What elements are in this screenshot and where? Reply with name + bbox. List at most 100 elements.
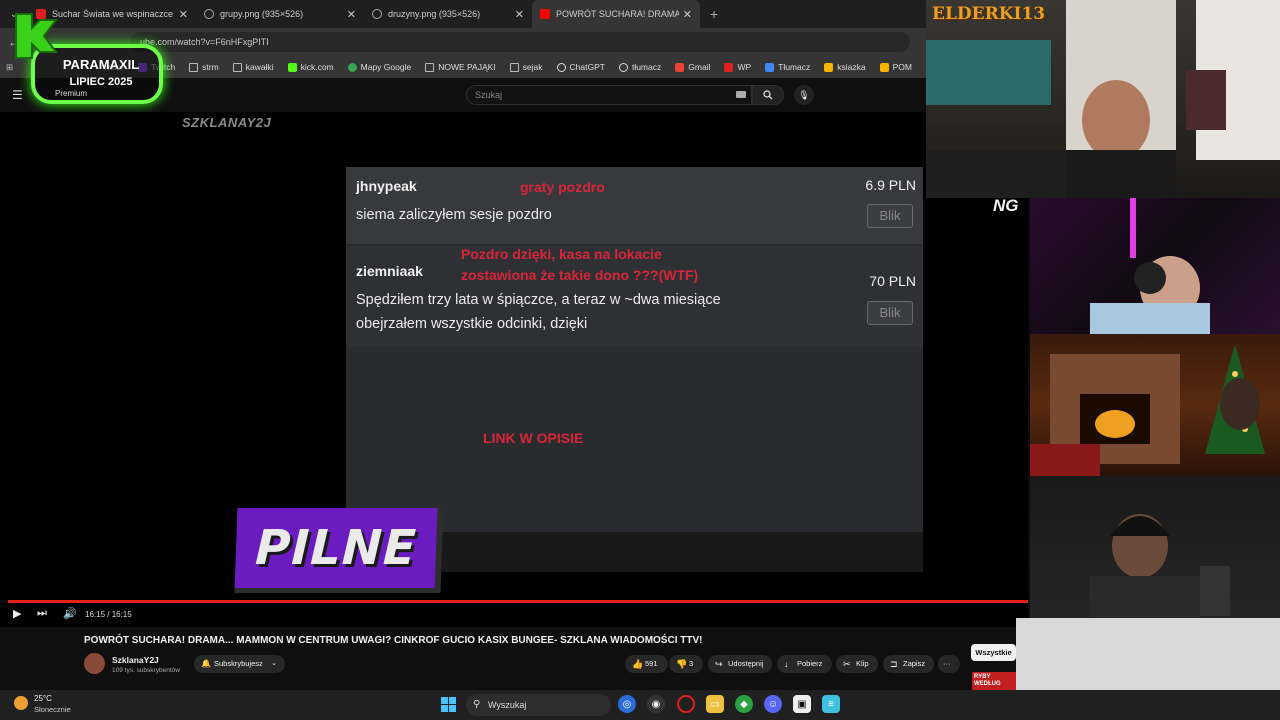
browser-tab-4-active[interactable]: POWRÓT SUCHARA! DRAMA... ✕ bbox=[532, 0, 700, 28]
subscribe-button[interactable]: 🔔 Subskrybujesz ⌄ bbox=[194, 655, 285, 673]
bookmark-nowe-pajaki[interactable]: NOWE PAJĄKI bbox=[425, 62, 496, 72]
book-icon bbox=[824, 62, 834, 72]
player-controls: ▶ ⏭ 🔊 16:15 / 16:15 bbox=[0, 603, 1028, 627]
blik-button[interactable]: Blik bbox=[867, 301, 913, 325]
temperature: 25°C bbox=[34, 694, 52, 703]
opera-icon[interactable] bbox=[677, 695, 695, 713]
capcut-icon[interactable]: ▣ bbox=[793, 695, 811, 713]
kick-logo-icon bbox=[15, 13, 58, 59]
ryby-thumbnail[interactable]: RYBY WEDŁUG bbox=[972, 672, 1016, 690]
donor-name: jhnypeak bbox=[356, 178, 417, 194]
time-display: 16:15 / 16:15 bbox=[85, 610, 132, 619]
badge-subtitle: LIPIEC 2025 bbox=[69, 76, 133, 88]
download-label: Pobierz bbox=[797, 659, 823, 668]
pilne-banner: PILNE bbox=[234, 508, 444, 593]
channel-watermark: SZKLANAY2J bbox=[182, 115, 272, 130]
dislike-button[interactable]: 👎 3 bbox=[669, 655, 703, 673]
bookmark-icon: ⊐ bbox=[890, 659, 898, 669]
bookmark-label: WP bbox=[737, 62, 752, 72]
weather-description: Słonecznie bbox=[34, 705, 71, 714]
video-player[interactable]: SZKLANAY2J jhnypeak graty pozdro 6.9 PLN… bbox=[0, 112, 1028, 600]
clip-label: Klip bbox=[856, 659, 869, 668]
share-button[interactable]: ↪ Udostępnij bbox=[708, 655, 772, 673]
more-actions-button[interactable]: ··· bbox=[938, 655, 960, 673]
youtube-favicon-icon bbox=[540, 9, 550, 19]
taskbar-search[interactable]: ⚲ Wyszukaj bbox=[466, 694, 611, 716]
share-icon: ↪ bbox=[715, 659, 723, 669]
next-icon[interactable]: ⏭ bbox=[37, 607, 47, 620]
blik-button[interactable]: Blik bbox=[867, 204, 913, 228]
search-button[interactable] bbox=[752, 85, 784, 105]
volume-icon[interactable]: 🔊 bbox=[63, 607, 77, 620]
donation-message-line1: Spędziłem trzy lata w śpiączce, a teraz … bbox=[356, 292, 721, 308]
bookmark-gmail[interactable]: Gmail bbox=[675, 62, 710, 72]
bookmark-strm[interactable]: strm bbox=[189, 62, 219, 72]
microphone-icon[interactable]: 🎙 bbox=[794, 85, 814, 105]
bookmark-kawalki[interactable]: kawałki bbox=[232, 62, 274, 72]
chrome-icon[interactable]: ◎ bbox=[618, 695, 636, 713]
tab-close-icon[interactable]: ✕ bbox=[347, 8, 356, 21]
christmas-fireplace-image bbox=[1030, 344, 1265, 476]
webcam-guest-1 bbox=[1030, 198, 1280, 334]
channel-name[interactable]: SzklanaY2J bbox=[112, 655, 159, 665]
obs-icon[interactable]: ◉ bbox=[647, 695, 665, 713]
browser-tab-2[interactable]: grupy.png (935×526) ✕ bbox=[196, 0, 364, 28]
chatgpt-icon bbox=[556, 62, 566, 72]
folder-icon bbox=[509, 62, 519, 72]
donation-panel: jhnypeak graty pozdro 6.9 PLN siema zali… bbox=[346, 167, 923, 532]
tab-close-icon[interactable]: ✕ bbox=[683, 8, 692, 21]
youtube-search-input[interactable]: Szukaj bbox=[466, 85, 752, 105]
chevron-down-icon: ⌄ bbox=[271, 660, 277, 667]
hamburger-menu-icon[interactable]: ☰ bbox=[12, 88, 23, 102]
webcam-guest-3 bbox=[1030, 476, 1280, 618]
donation-amount: 6.9 PLN bbox=[865, 177, 916, 193]
play-icon[interactable]: ▶ bbox=[13, 607, 21, 620]
windows-start-icon[interactable] bbox=[441, 697, 456, 712]
url-field[interactable]: ube.com/watch?v=F6nHFxgPITI bbox=[130, 32, 910, 52]
streamer-room-image bbox=[926, 0, 1280, 198]
channel-avatar[interactable] bbox=[84, 653, 105, 674]
bookmark-ksiazka[interactable]: ksiazka bbox=[824, 62, 866, 72]
bookmark-tlumacz-2[interactable]: Tłumacz bbox=[765, 62, 810, 72]
browser-tabbar: ⌄ Suchar Świata we wspinaczce w ✕ grupy.… bbox=[0, 0, 926, 28]
tab-close-icon[interactable]: ✕ bbox=[515, 8, 524, 21]
streamer-note-line1: Pozdro dzięki, kasa na lokacie bbox=[461, 246, 662, 262]
donation-message-line2: obejrzałem wszystkie odcinki, dzięki bbox=[356, 316, 588, 332]
kick-icon bbox=[287, 62, 297, 72]
shield-icon[interactable]: ◆ bbox=[735, 695, 753, 713]
chip-all[interactable]: Wszystkie bbox=[971, 644, 1016, 661]
file-explorer-icon[interactable]: ▭ bbox=[706, 695, 724, 713]
save-button[interactable]: ⊐ Zapisz bbox=[883, 655, 934, 673]
bookmark-sejak[interactable]: sejak bbox=[509, 62, 543, 72]
guest-3-image bbox=[1090, 514, 1230, 618]
thumbs-down-icon: 👎 bbox=[676, 659, 688, 669]
save-label: Zapisz bbox=[903, 659, 926, 668]
new-tab-plus-icon[interactable]: + bbox=[700, 6, 728, 22]
weather-sun-icon[interactable] bbox=[14, 696, 28, 710]
folder-icon bbox=[189, 62, 199, 72]
bookmark-maps[interactable]: Mapy Google bbox=[347, 62, 412, 72]
bookmark-kick[interactable]: kick.com bbox=[287, 62, 334, 72]
donor-name: ziemniaak bbox=[356, 263, 423, 279]
guest-1-image bbox=[1090, 198, 1210, 334]
bookmark-chatgpt[interactable]: ChatGPT bbox=[556, 62, 605, 72]
ng-logo: NG bbox=[993, 196, 1019, 215]
bookmark-tlumacz[interactable]: tłumacz bbox=[618, 62, 661, 72]
tab-close-icon[interactable]: ✕ bbox=[179, 8, 188, 21]
notepad-icon[interactable]: ≡ bbox=[822, 695, 840, 713]
browser-tab-3[interactable]: druzyny.png (935×526) ✕ bbox=[364, 0, 532, 28]
discord-icon[interactable]: ☺ bbox=[764, 695, 782, 713]
search-icon bbox=[763, 90, 773, 100]
search-icon: ⚲ bbox=[473, 699, 481, 710]
bookmark-pom[interactable]: POM bbox=[879, 62, 912, 72]
keyboard-icon[interactable] bbox=[736, 91, 746, 98]
bookmark-label: Mapy Google bbox=[360, 62, 412, 72]
chatgpt-icon bbox=[618, 62, 628, 72]
like-button[interactable]: 👍 591 bbox=[625, 655, 668, 673]
bookmark-wp[interactable]: WP bbox=[724, 62, 751, 72]
download-button[interactable]: ↓ Pobierz bbox=[777, 655, 832, 673]
tab-title: POWRÓT SUCHARA! DRAMA... bbox=[556, 9, 679, 19]
premium-label: Premium bbox=[55, 89, 88, 98]
clip-button[interactable]: ✂ Klip bbox=[836, 655, 878, 673]
tab-globe-icon bbox=[372, 9, 382, 19]
